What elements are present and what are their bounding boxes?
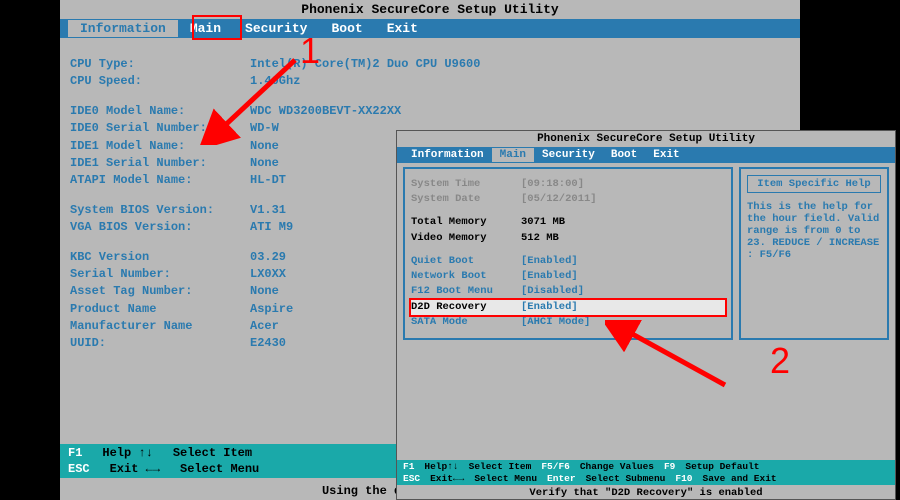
content-panel: System Time[09:18:00] System Date[05/12/… <box>397 163 895 344</box>
field-total-memory: Total Memory3071 MB <box>411 215 725 230</box>
field-row: CPU Type:Intel(R) Core(TM)2 Duo CPU U960… <box>70 56 790 73</box>
field-row: CPU Speed:1.40Ghz <box>70 73 790 90</box>
field-d2d-recovery: D2D Recovery[Enabled] <box>411 300 725 315</box>
menu-boot[interactable]: Boot <box>603 148 645 162</box>
bios-window-2: Phonenix SecureCore Setup Utility Inform… <box>396 130 896 500</box>
help-panel: Item Specific Help This is the help for … <box>739 167 889 340</box>
annotation-number-2: 2 <box>770 340 790 382</box>
field-sata-mode: SATA Mode[AHCI Mode] <box>411 315 725 330</box>
field-network-boot: Network Boot[Enabled] <box>411 269 725 284</box>
annotation-box-1 <box>192 15 242 40</box>
menu-bar: Information Main Security Boot Exit <box>397 147 895 163</box>
menu-bar: Information Main Security Boot Exit <box>60 19 800 38</box>
field-f12-boot-menu: F12 Boot Menu[Disabled] <box>411 284 725 299</box>
field-quiet-boot: Quiet Boot[Enabled] <box>411 254 725 269</box>
footer-bar-2: ESC Exit←→ Select Menu Enter Select Subm… <box>397 472 895 485</box>
menu-exit[interactable]: Exit <box>375 20 430 37</box>
menu-information[interactable]: Information <box>403 148 492 162</box>
annotation-number-1: 1 <box>300 30 320 72</box>
bottom-caption: Verify that "D2D Recovery" is enabled <box>397 487 895 499</box>
field-row: IDE0 Model Name:WDC WD3200BEVT-XX22XX <box>70 103 790 120</box>
field-system-time: System Time[09:18:00] <box>411 177 725 192</box>
menu-security[interactable]: Security <box>534 148 603 162</box>
menu-information[interactable]: Information <box>68 20 178 37</box>
menu-main[interactable]: Main <box>492 148 534 162</box>
field-video-memory: Video Memory512 MB <box>411 231 725 246</box>
main-panel: System Time[09:18:00] System Date[05/12/… <box>403 167 733 340</box>
menu-boot[interactable]: Boot <box>319 20 374 37</box>
title-bar: Phonenix SecureCore Setup Utility <box>397 131 895 147</box>
help-title: Item Specific Help <box>747 175 881 193</box>
menu-exit[interactable]: Exit <box>645 148 687 162</box>
help-text: This is the help for the hour field. Val… <box>747 201 881 261</box>
field-system-date: System Date[05/12/2011] <box>411 192 725 207</box>
title-bar: Phonenix SecureCore Setup Utility <box>60 0 800 19</box>
